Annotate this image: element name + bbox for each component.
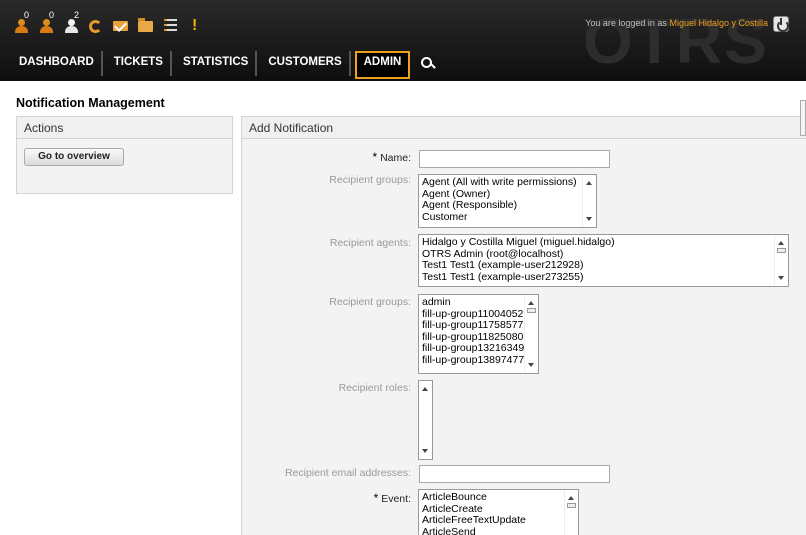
recipient-groups-2-select[interactable]: admin fill-up-group11004052 fill-up-grou…	[418, 294, 539, 374]
scrollbar[interactable]	[774, 235, 788, 286]
list-item[interactable]: ArticleSend	[419, 526, 578, 535]
recipient-groups-2-label: Recipient groups:	[329, 296, 411, 308]
login-info: You are logged in as Miguel Hidalgo y Co…	[585, 18, 768, 28]
name-input[interactable]	[419, 150, 610, 168]
search-icon[interactable]	[414, 51, 454, 76]
list-item[interactable]: ArticleBounce	[419, 490, 578, 504]
nav-admin[interactable]: ADMIN	[354, 51, 411, 79]
watched-tickets-count: 0	[49, 10, 55, 20]
event-label: * Event:	[373, 491, 411, 505]
actions-panel: Actions Go to overview	[16, 116, 233, 194]
scrollbar[interactable]	[582, 175, 596, 227]
app-header: 0 0 2 ! OTRS You are logged in as Miguel…	[0, 0, 806, 81]
required-star-icon: *	[373, 491, 379, 505]
responsible-tickets-count: 2	[74, 10, 80, 20]
name-label: * Name:	[372, 150, 411, 164]
add-notification-panel: Add Notification * Name: Recipient group…	[241, 116, 806, 535]
page-title: Notification Management	[16, 96, 165, 110]
escalation-icon[interactable]: !	[187, 17, 205, 35]
locked-tickets-icon[interactable]: 0	[12, 10, 30, 35]
list-item[interactable]: Test1 Test1 (example-user273255)	[419, 271, 788, 284]
nav-dashboard[interactable]: DASHBOARD	[12, 51, 103, 76]
logout-icon[interactable]	[773, 16, 789, 32]
nav-tickets[interactable]: TICKETS	[107, 51, 172, 76]
otrs-logo: OTRS	[583, 5, 769, 77]
refresh-icon[interactable]	[87, 17, 105, 35]
list-item[interactable]: fill-up-group13897477	[419, 354, 538, 367]
recipient-groups-select[interactable]: Agent (All with write permissions) Agent…	[418, 174, 597, 228]
required-star-icon: *	[372, 150, 378, 164]
add-notification-title: Add Notification	[242, 117, 806, 139]
go-to-overview-button[interactable]: Go to overview	[24, 148, 124, 166]
recipient-email-input[interactable]	[419, 465, 610, 483]
recipient-agents-label: Recipient agents:	[329, 237, 411, 249]
recipient-email-label: Recipient email addresses:	[284, 467, 411, 479]
list-item[interactable]: Hidalgo y Costilla Miguel (miguel.hidalg…	[419, 235, 788, 249]
recipient-agents-select[interactable]: Hidalgo y Costilla Miguel (miguel.hidalg…	[418, 234, 789, 287]
locked-tickets-count: 0	[24, 10, 30, 20]
recipient-groups-label: Recipient groups:	[329, 174, 411, 186]
toolbar: 0 0 2 !	[12, 10, 212, 39]
login-prefix: You are logged in as	[585, 18, 667, 28]
queue-view-icon[interactable]	[162, 17, 180, 35]
page-scrollbar[interactable]	[800, 100, 806, 136]
scrollbar[interactable]	[419, 381, 432, 459]
recipient-roles-label: Recipient roles:	[338, 382, 411, 394]
list-item[interactable]: Customer	[419, 211, 596, 224]
scrollbar[interactable]	[524, 295, 538, 373]
actions-panel-title: Actions	[17, 117, 232, 139]
main-navigation: DASHBOARD TICKETS STATISTICS CUSTOMERS A…	[12, 51, 454, 79]
new-mail-icon[interactable]	[112, 17, 130, 35]
responsible-tickets-icon[interactable]: 2	[62, 10, 80, 35]
folder-icon[interactable]	[137, 17, 155, 35]
logged-in-user-link[interactable]: Miguel Hidalgo y Costilla	[669, 18, 768, 28]
nav-customers[interactable]: CUSTOMERS	[261, 51, 351, 76]
recipient-roles-select[interactable]	[418, 380, 433, 460]
scrollbar[interactable]	[564, 490, 578, 535]
event-select[interactable]: ArticleBounce ArticleCreate ArticleFreeT…	[418, 489, 579, 535]
watched-tickets-icon[interactable]: 0	[37, 10, 55, 35]
list-item[interactable]: Agent (All with write permissions)	[419, 175, 596, 189]
list-item[interactable]: admin	[419, 295, 538, 309]
nav-statistics[interactable]: STATISTICS	[176, 51, 258, 76]
